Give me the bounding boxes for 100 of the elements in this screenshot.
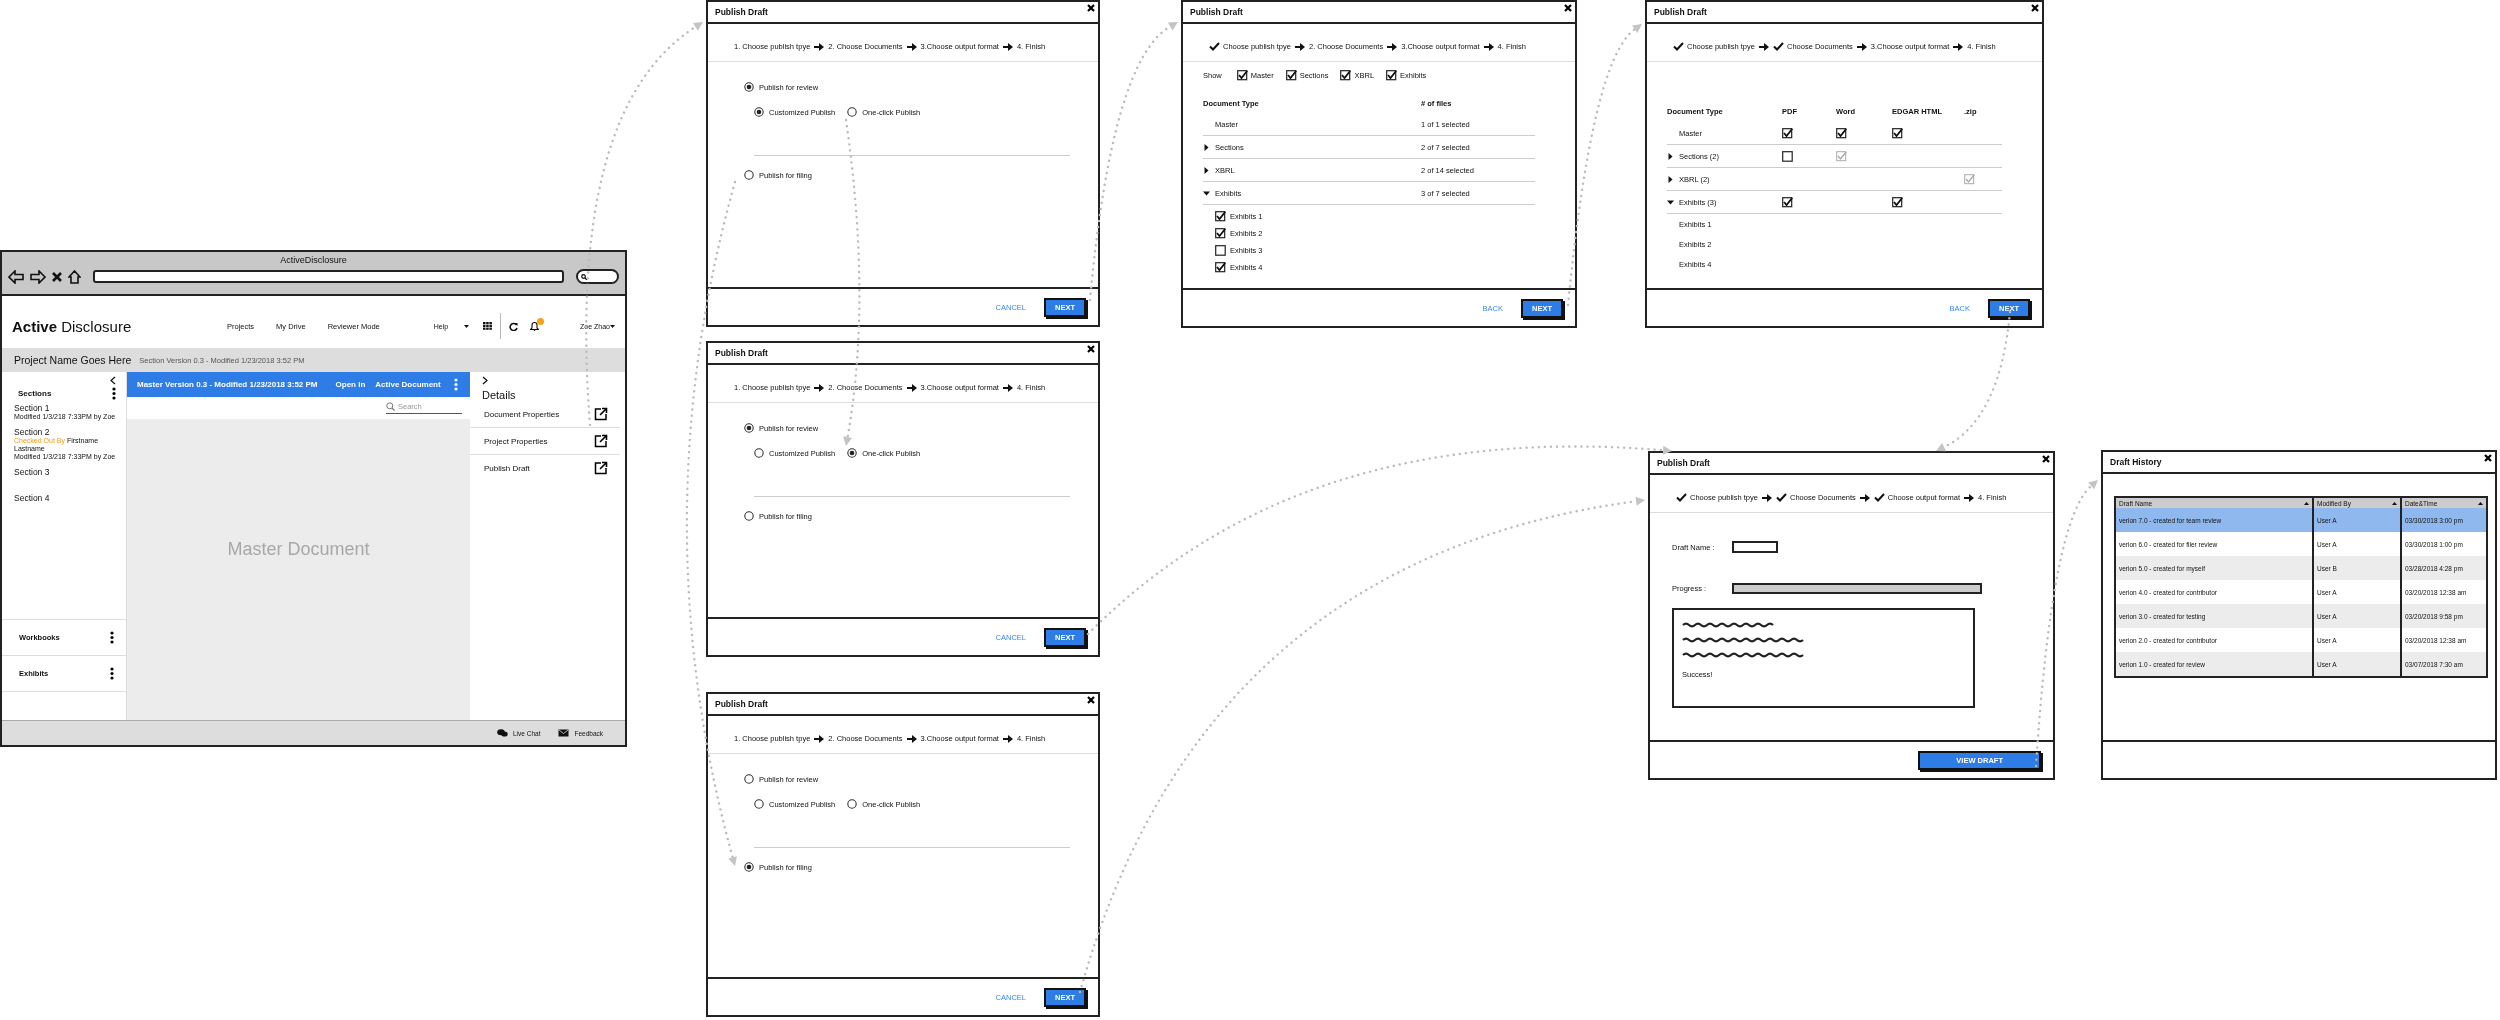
arrow-icon <box>906 382 917 393</box>
arrow-icon <box>1859 492 1870 503</box>
details-item[interactable]: Document Properties <box>484 409 560 419</box>
search-field[interactable] <box>576 269 619 284</box>
dialog-title: Publish Draft <box>715 348 768 358</box>
external-link-icon[interactable] <box>594 434 608 448</box>
radio-button[interactable] <box>744 511 754 521</box>
dialog-title: Draft History <box>2110 457 2162 467</box>
details-item[interactable]: Project Properties <box>484 436 548 446</box>
dialog-title: Publish Draft <box>1654 7 1707 17</box>
checkbox[interactable] <box>1215 228 1226 239</box>
section-item[interactable]: Section 3 <box>14 467 122 478</box>
arrow-icon <box>814 733 825 744</box>
sort-icon <box>2478 501 2483 505</box>
checkbox[interactable] <box>1386 70 1398 81</box>
more-icon[interactable] <box>112 387 116 400</box>
close-icon[interactable] <box>2042 455 2050 463</box>
dialog-title: Publish Draft <box>715 699 768 709</box>
arrow-icon <box>814 41 825 52</box>
close-icon[interactable] <box>2031 4 2039 12</box>
arrow-icon <box>1758 41 1769 52</box>
logo: Active Disclosure <box>12 317 133 335</box>
back-icon[interactable] <box>8 269 24 284</box>
scribble-icon <box>1682 652 1806 658</box>
expand-caret-icon[interactable] <box>1667 152 1674 160</box>
radio-button[interactable] <box>847 799 858 809</box>
checkbox[interactable] <box>1215 245 1226 256</box>
checkbox[interactable] <box>1285 70 1297 81</box>
bell-icon[interactable] <box>530 321 540 331</box>
checkbox[interactable] <box>1215 211 1226 222</box>
section-item[interactable]: Section 2 <box>14 427 122 438</box>
search-icon <box>581 273 587 280</box>
checkbox[interactable] <box>1782 196 1793 208</box>
sort-icon <box>2392 501 2397 505</box>
forward-icon[interactable] <box>30 269 46 284</box>
external-link-icon[interactable] <box>594 407 608 421</box>
close-icon[interactable] <box>1087 4 1095 12</box>
close-icon[interactable] <box>1087 345 1095 353</box>
radio-button[interactable] <box>744 774 754 784</box>
arrow-icon <box>1761 492 1772 503</box>
close-icon[interactable] <box>2484 454 2492 462</box>
checkbox[interactable] <box>1892 127 1903 139</box>
checkbox[interactable] <box>1215 262 1226 273</box>
checkbox[interactable] <box>1892 196 1903 208</box>
dialog-title: Publish Draft <box>1657 458 1710 468</box>
expand-caret-icon[interactable] <box>1667 198 1674 206</box>
radio-button[interactable] <box>754 107 764 117</box>
radio-button[interactable] <box>744 82 754 92</box>
window-title: ActiveDisclosure <box>280 255 347 265</box>
arrow-icon <box>1953 41 1964 52</box>
chat-icon <box>497 729 508 737</box>
radio-button[interactable] <box>744 862 754 872</box>
details-item[interactable]: Publish Draft <box>484 463 530 473</box>
checkbox[interactable] <box>1340 70 1352 81</box>
address-bar[interactable] <box>93 270 564 283</box>
close-icon[interactable] <box>1087 696 1095 704</box>
arrow-icon <box>906 733 917 744</box>
sort-icon <box>2304 501 2309 505</box>
details-heading: Details <box>481 388 517 401</box>
checkbox[interactable] <box>1782 150 1793 162</box>
document-title: Master Version 0.3 - Modified 1/23/2018 3:52 PM <box>137 380 318 389</box>
radio-button[interactable] <box>744 423 754 433</box>
mail-icon <box>558 729 570 737</box>
checkbox[interactable] <box>1782 127 1793 139</box>
home-icon[interactable] <box>68 269 81 284</box>
arrow-icon <box>814 382 825 393</box>
checkbox[interactable] <box>1836 127 1847 139</box>
checkbox[interactable] <box>1236 70 1248 81</box>
more-icon[interactable] <box>110 667 114 680</box>
header-action[interactable]: Open In <box>335 380 366 389</box>
expand-caret-icon[interactable] <box>1203 143 1210 151</box>
radio-button[interactable] <box>754 448 764 458</box>
radio-button[interactable] <box>847 448 858 458</box>
radio-button[interactable] <box>754 799 764 809</box>
refresh-icon[interactable] <box>509 321 519 331</box>
caret-icon <box>464 324 470 328</box>
expand-caret-icon[interactable] <box>1667 175 1674 183</box>
external-link-icon[interactable] <box>594 461 608 475</box>
arrow-icon <box>1002 733 1013 744</box>
arrow-icon <box>1856 41 1867 52</box>
draft-name-field[interactable] <box>1732 541 1778 553</box>
radio-button[interactable] <box>847 107 858 117</box>
more-icon[interactable] <box>110 631 114 644</box>
project-name: Project Name Goes Here <box>14 354 132 366</box>
expand-caret-icon[interactable] <box>1203 166 1210 174</box>
dialog-title: Publish Draft <box>1190 7 1243 17</box>
sidebar-heading: Sections <box>18 389 52 398</box>
expand-icon[interactable] <box>482 376 488 385</box>
arrow-icon <box>1964 492 1974 503</box>
arrow-icon <box>1294 41 1305 52</box>
collapse-icon[interactable] <box>110 376 116 385</box>
search-icon <box>386 402 395 411</box>
section-item[interactable]: Section 1 <box>14 403 122 413</box>
close-icon[interactable] <box>1564 4 1572 12</box>
section-item[interactable]: Section 4 <box>14 493 122 504</box>
header-action[interactable]: Active Document <box>375 380 441 389</box>
expand-caret-icon[interactable] <box>1203 189 1210 197</box>
apps-grid-icon[interactable] <box>483 322 493 330</box>
radio-button[interactable] <box>744 170 754 180</box>
close-icon[interactable] <box>52 271 62 282</box>
